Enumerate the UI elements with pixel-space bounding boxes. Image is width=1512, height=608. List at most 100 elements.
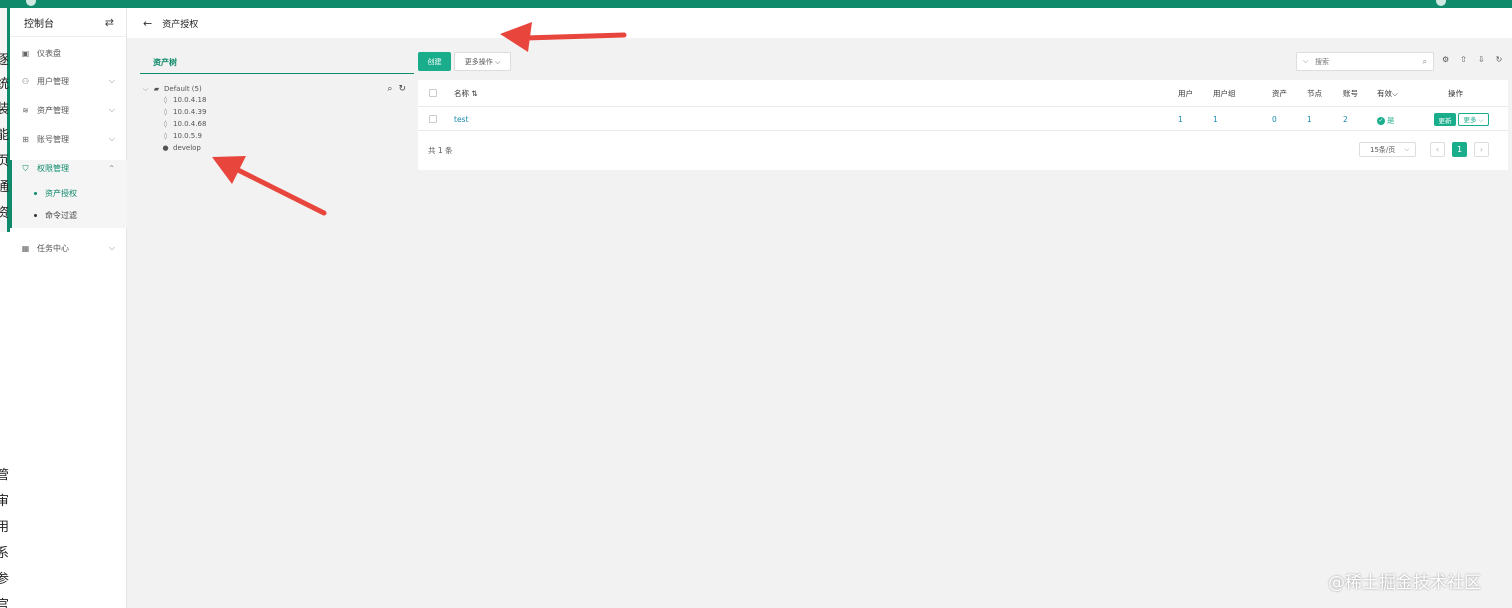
linux-icon: ◊ bbox=[163, 95, 168, 104]
row-nodes-count[interactable]: 1 bbox=[1307, 115, 1312, 124]
linux-icon: ◊ bbox=[163, 119, 168, 128]
sidebar-title: 控制台 bbox=[24, 18, 54, 30]
tree-root[interactable]: ⌵ ▰ Default (5) bbox=[142, 85, 202, 93]
page-size-select[interactable]: 15条/页 ⌵ bbox=[1359, 142, 1416, 157]
edge-char: 资 bbox=[0, 206, 10, 221]
more-actions-button[interactable]: 更多操作 ⌵ bbox=[454, 52, 511, 71]
logo-dot-icon bbox=[26, 0, 36, 6]
upload-icon[interactable]: ⇧ bbox=[1460, 55, 1467, 64]
toolbar: 创建 更多操作 ⌵ ⌵ ⌕ ⚙ ⇧ ⇩ ↻ bbox=[418, 52, 1508, 72]
row-valid-label: 是 bbox=[1387, 116, 1395, 125]
bullet-icon bbox=[34, 192, 37, 195]
prev-page-button[interactable]: ‹ bbox=[1430, 142, 1445, 157]
back-arrow-icon[interactable]: ← bbox=[143, 17, 152, 30]
download-icon[interactable]: ⇩ bbox=[1478, 55, 1485, 64]
sidebar-item-label: 权限管理 bbox=[37, 163, 69, 173]
row-accounts-count[interactable]: 2 bbox=[1343, 115, 1348, 124]
column-header-actions: 操作 bbox=[1448, 89, 1463, 98]
tree-node[interactable]: ● develop bbox=[162, 144, 200, 152]
sidebar-subitem-label: 资产授权 bbox=[45, 189, 77, 198]
tree-node-label: 10.0.4.18 bbox=[173, 96, 207, 104]
background-nav-accent bbox=[0, 8, 10, 232]
sidebar-item-tasks[interactable]: ▦ 任务中心 ⌵ bbox=[10, 237, 127, 259]
asset-tree-panel: 资产树 ⌕ ↻ ⌵ ▰ Default (5) ◊ 10.0.4.18 ◊ 10… bbox=[140, 52, 414, 202]
sidebar-item-label: 仪表盘 bbox=[37, 48, 61, 58]
user-avatar-icon[interactable] bbox=[1436, 0, 1446, 6]
table-header: 名称 ⇅ 用户 用户组 资产 节点 账号 有效⌵ 操作 bbox=[418, 80, 1508, 107]
settings-icon[interactable]: ⚙ bbox=[1442, 55, 1449, 64]
tab-asset-tree[interactable]: 资产树 bbox=[140, 52, 414, 74]
column-header-name[interactable]: 名称 ⇅ bbox=[454, 88, 478, 99]
next-page-button[interactable]: › bbox=[1474, 142, 1489, 157]
column-header-user-groups: 用户组 bbox=[1213, 89, 1236, 98]
edge-char: 参 bbox=[0, 572, 10, 587]
edge-char: 页 bbox=[0, 154, 10, 169]
column-header-accounts: 账号 bbox=[1343, 89, 1358, 98]
sidebar-item-assets[interactable]: ≋ 资产管理 ⌵ bbox=[10, 99, 127, 121]
row-users-count[interactable]: 1 bbox=[1178, 115, 1183, 124]
tree-node[interactable]: ◊ 10.0.4.68 bbox=[162, 119, 207, 128]
sidebar-subitem-asset-permission[interactable]: 资产授权 bbox=[34, 188, 77, 199]
permissions-table: 名称 ⇅ 用户 用户组 资产 节点 账号 有效⌵ 操作 test 1 1 0 1… bbox=[418, 80, 1508, 170]
sidebar-item-label: 账号管理 bbox=[37, 134, 69, 144]
dashboard-icon: ▣ bbox=[21, 48, 30, 58]
row-valid-status: ✓ 是 bbox=[1377, 115, 1395, 126]
refresh-icon[interactable]: ↻ bbox=[398, 84, 406, 94]
search-icon[interactable]: ⌕ bbox=[1423, 57, 1427, 67]
page-header: ← 资产授权 bbox=[127, 8, 1512, 38]
tree-node[interactable]: ◊ 10.0.4.39 bbox=[162, 107, 207, 116]
chevron-down-icon: ⌵ bbox=[108, 76, 115, 85]
column-header-users: 用户 bbox=[1178, 89, 1193, 98]
sidebar-item-accounts[interactable]: ⊞ 账号管理 ⌵ bbox=[10, 128, 127, 150]
column-header-nodes: 节点 bbox=[1307, 89, 1322, 98]
sidebar-item-permissions[interactable]: ⛉ 权限管理 ⌃ bbox=[10, 157, 127, 179]
update-button[interactable]: 更新 bbox=[1434, 113, 1456, 126]
linux-icon: ◊ bbox=[163, 107, 168, 116]
sidebar-item-dashboard[interactable]: ▣ 仪表盘 bbox=[10, 42, 127, 64]
edge-char: 官 bbox=[0, 598, 10, 608]
create-button[interactable]: 创建 bbox=[418, 52, 451, 71]
bullet-icon bbox=[34, 214, 37, 217]
tree-node[interactable]: ◊ 10.0.5.9 bbox=[162, 132, 202, 140]
tree-tools: ⌕ ↻ bbox=[387, 84, 406, 94]
assets-icon: ≋ bbox=[22, 105, 29, 115]
row-checkbox[interactable] bbox=[429, 115, 437, 123]
chevron-up-icon: ⌃ bbox=[108, 163, 115, 173]
search-icon[interactable]: ⌕ bbox=[387, 84, 392, 94]
chevron-down-icon[interactable]: ⌵ bbox=[142, 85, 149, 93]
row-more-button[interactable]: 更多 ⌵ bbox=[1458, 113, 1489, 126]
edge-char: 审 bbox=[0, 494, 10, 509]
edge-char: 系 bbox=[0, 546, 10, 561]
refresh-icon[interactable]: ↻ bbox=[1496, 55, 1503, 64]
edge-char: 逐 bbox=[0, 53, 10, 68]
total-count: 共 1 条 bbox=[428, 146, 453, 155]
sidebar-item-label: 资产管理 bbox=[37, 105, 69, 115]
folder-icon: ▰ bbox=[153, 84, 160, 93]
column-header-valid[interactable]: 有效⌵ bbox=[1377, 88, 1398, 99]
tree-node-label: 10.0.4.68 bbox=[173, 120, 207, 128]
sidebar-item-users[interactable]: ⚇ 用户管理 ⌵ bbox=[10, 70, 127, 92]
edge-char: 统 bbox=[0, 77, 10, 92]
tree-node-label: 10.0.5.9 bbox=[173, 132, 202, 140]
search-box[interactable]: ⌵ ⌕ bbox=[1296, 52, 1434, 71]
row-user-groups-count[interactable]: 1 bbox=[1213, 115, 1218, 124]
shield-icon: ⛉ bbox=[22, 163, 29, 173]
select-all-checkbox[interactable] bbox=[429, 89, 437, 97]
page-1-button[interactable]: 1 bbox=[1452, 142, 1467, 157]
swap-icon[interactable]: ⇄ bbox=[105, 16, 114, 29]
background-window-edge: 逐 统 装 能 页 通 资 管 审 用 系 参 官 bbox=[0, 8, 10, 608]
row-name-link[interactable]: test bbox=[454, 115, 468, 124]
chevron-down-icon: ⌵ bbox=[108, 134, 115, 143]
users-icon: ⚇ bbox=[21, 76, 30, 86]
sidebar-subitem-command-filter[interactable]: 命令过滤 bbox=[34, 210, 77, 221]
chevron-down-icon: ⌵ bbox=[108, 243, 115, 252]
search-input[interactable] bbox=[1315, 56, 1415, 68]
tree-node[interactable]: ◊ 10.0.4.18 bbox=[162, 95, 207, 104]
row-assets-count[interactable]: 0 bbox=[1272, 115, 1277, 124]
page-title: 资产授权 bbox=[162, 19, 199, 30]
table-row: test 1 1 0 1 2 ✓ 是 bbox=[418, 107, 1508, 131]
chevron-down-icon: ⌵ bbox=[108, 105, 115, 114]
chevron-down-icon[interactable]: ⌵ bbox=[1303, 57, 1308, 66]
table-tools: ⚙ ⇧ ⇩ ↻ bbox=[1442, 55, 1502, 64]
edge-char: 用 bbox=[0, 520, 10, 535]
